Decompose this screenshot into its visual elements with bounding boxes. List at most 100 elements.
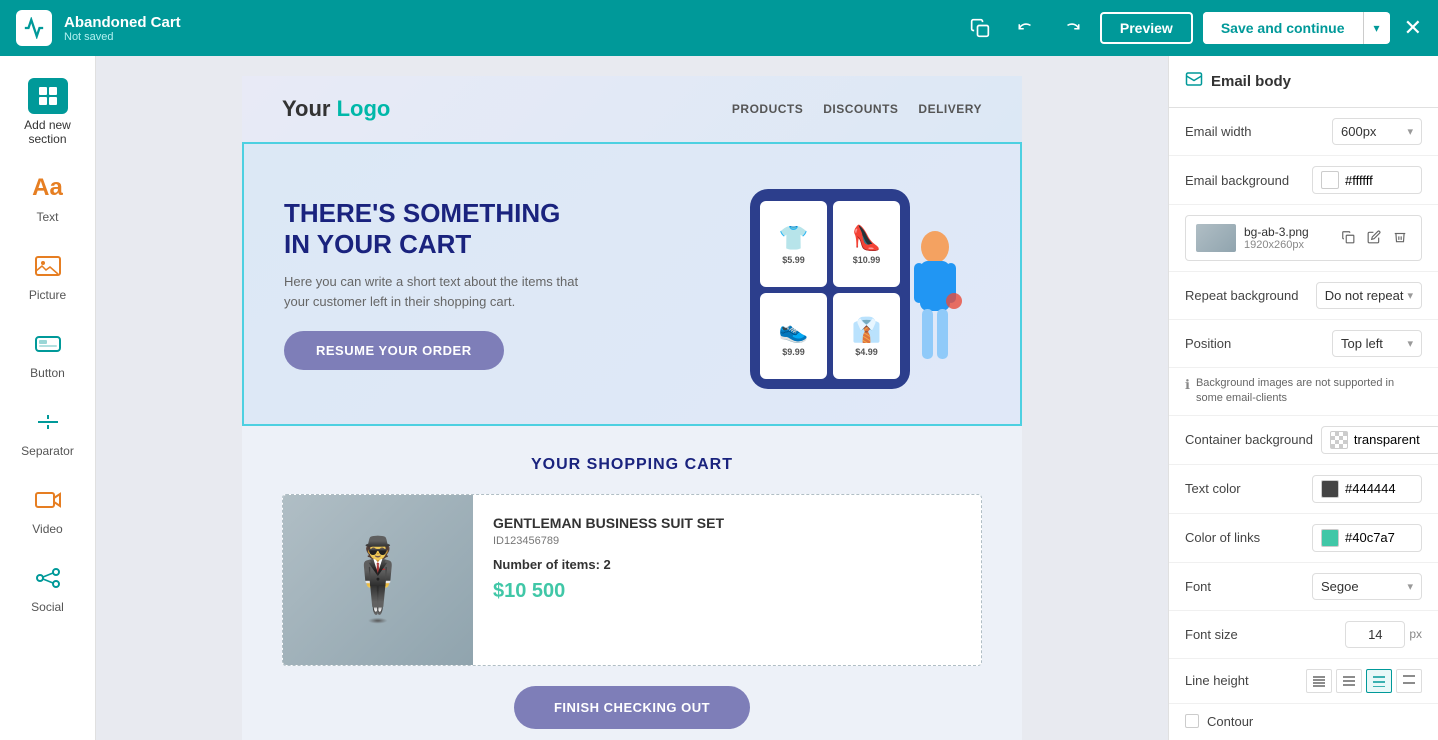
preview-button[interactable]: Preview <box>1100 12 1193 44</box>
position-label: Position <box>1185 336 1231 351</box>
right-panel: Email body Email width 600px ▾ Email bac… <box>1168 56 1438 740</box>
email-preview: Your Logo PRODUCTS DISCOUNTS DELIVERY TH… <box>242 76 1022 740</box>
app-subtitle: Not saved <box>64 31 181 43</box>
px-label: px <box>1409 627 1422 641</box>
app-title: Abandoned Cart <box>64 14 181 31</box>
resume-order-button[interactable]: RESUME YOUR ORDER <box>284 331 504 370</box>
container-bg-swatch[interactable]: transparent <box>1321 426 1438 454</box>
email-bg-label: Email background <box>1185 173 1289 188</box>
email-bg-row: Email background #ffffff <box>1169 156 1438 205</box>
picture-icon <box>28 248 68 284</box>
panel-title: Email body <box>1211 73 1291 90</box>
hero-subtitle: Here you can write a short text about th… <box>284 272 604 311</box>
email-bg-color[interactable]: #ffffff <box>1312 166 1422 194</box>
info-icon: ℹ <box>1185 377 1190 393</box>
hero-content: THERE'S SOMETHINGIN YOUR CART Here you c… <box>284 198 720 370</box>
undo-button[interactable] <box>1008 10 1044 46</box>
bg-edit-button[interactable] <box>1363 228 1385 249</box>
item-price: $10 500 <box>493 580 961 603</box>
topbar-actions: Preview Save and continue ▾ ✕ <box>962 10 1422 46</box>
line-height-btn-2[interactable] <box>1336 669 1362 693</box>
save-dropdown-arrow[interactable]: ▾ <box>1364 13 1390 43</box>
bg-delete-button[interactable] <box>1389 228 1411 249</box>
contour-checkbox[interactable] <box>1185 714 1199 728</box>
cart-item: 🕴️ GENTLEMAN BUSINESS SUIT SET ID1234567… <box>282 494 982 666</box>
line-height-label: Line height <box>1185 673 1249 688</box>
links-color-box <box>1321 529 1339 547</box>
font-size-row: Font size px <box>1169 611 1438 659</box>
video-icon <box>28 482 68 518</box>
sidebar-label-button: Button <box>30 366 65 380</box>
text-color-swatch[interactable]: #444444 <box>1312 475 1422 503</box>
sidebar-item-video[interactable]: Video <box>8 472 88 546</box>
bg-info-row: ℹ Background images are not supported in… <box>1169 368 1438 416</box>
line-height-btn-1[interactable] <box>1306 669 1332 693</box>
font-label: Font <box>1185 579 1211 594</box>
sidebar-label-video: Video <box>32 522 62 536</box>
item-name: GENTLEMAN BUSINESS SUIT SET <box>493 515 961 531</box>
bg-image-actions <box>1337 228 1411 249</box>
add-section-icon <box>28 78 68 114</box>
line-height-btn-3[interactable] <box>1366 669 1392 693</box>
font-select[interactable]: Segoe ▾ <box>1312 573 1422 600</box>
checkout-button[interactable]: FINISH CHECKING OUT <box>514 686 750 729</box>
cart-title: YOUR SHOPPING CART <box>282 456 982 474</box>
hero-image: 👕$5.99 👠$10.99 👟$9.99 � <box>720 174 980 394</box>
sidebar-item-picture[interactable]: Picture <box>8 238 88 312</box>
nav-delivery[interactable]: DELIVERY <box>918 102 982 116</box>
nav-products[interactable]: PRODUCTS <box>732 102 803 116</box>
sidebar-item-separator[interactable]: Separator <box>8 394 88 468</box>
save-button-group: Save and continue ▾ <box>1203 12 1390 44</box>
sidebar-item-text[interactable]: Aa Text <box>8 160 88 234</box>
email-width-row: Email width 600px ▾ <box>1169 108 1438 156</box>
font-size-input[interactable] <box>1345 621 1405 648</box>
sidebar: Add new section Aa Text Picture <box>0 56 96 740</box>
sidebar-label-picture: Picture <box>29 288 66 302</box>
nav-discounts[interactable]: DISCOUNTS <box>823 102 898 116</box>
close-button[interactable]: ✕ <box>1404 15 1422 41</box>
font-size-controls: px <box>1345 621 1422 648</box>
save-continue-button[interactable]: Save and continue <box>1203 12 1364 44</box>
container-bg-row: Container background transparent <box>1169 416 1438 465</box>
text-color-label: Text color <box>1185 481 1241 496</box>
line-height-btn-4[interactable] <box>1396 669 1422 693</box>
repeat-bg-select[interactable]: Do not repeat ▾ <box>1316 282 1422 309</box>
email-nav: PRODUCTS DISCOUNTS DELIVERY <box>732 102 982 116</box>
text-icon: Aa <box>28 170 68 206</box>
item-qty: Number of items: 2 <box>493 557 961 572</box>
links-color-row: Color of links #40c7a7 <box>1169 514 1438 563</box>
redo-button[interactable] <box>1054 10 1090 46</box>
sidebar-label-separator: Separator <box>21 444 74 458</box>
checkered-pattern <box>1330 431 1348 449</box>
repeat-bg-label: Repeat background <box>1185 288 1298 303</box>
sidebar-item-add-section[interactable]: Add new section <box>8 68 88 156</box>
topbar: Abandoned Cart Not saved Preview Save an… <box>0 0 1438 56</box>
canvas-inner: Your Logo PRODUCTS DISCOUNTS DELIVERY TH… <box>242 76 1022 720</box>
app-logo <box>16 10 52 46</box>
cart-item-details: GENTLEMAN BUSINESS SUIT SET ID123456789 … <box>473 495 981 665</box>
email-width-select[interactable]: 600px ▾ <box>1332 118 1422 145</box>
cart-section: YOUR SHOPPING CART 🕴️ GENTLEMAN BUSINESS… <box>242 426 1022 740</box>
cart-item-image: 🕴️ <box>283 495 473 665</box>
app-title-block: Abandoned Cart Not saved <box>64 14 181 43</box>
email-header: Your Logo PRODUCTS DISCOUNTS DELIVERY <box>242 76 1022 142</box>
line-height-buttons <box>1306 669 1422 693</box>
position-row: Position Top left ▾ <box>1169 320 1438 368</box>
links-color-swatch[interactable]: #40c7a7 <box>1312 524 1422 552</box>
line-height-row: Line height <box>1169 659 1438 704</box>
panel-header: Email body <box>1169 56 1438 108</box>
font-size-label: Font size <box>1185 627 1238 642</box>
email-bg-swatch <box>1321 171 1339 189</box>
links-color-label: Color of links <box>1185 530 1260 545</box>
sidebar-item-button[interactable]: Button <box>8 316 88 390</box>
position-select[interactable]: Top left ▾ <box>1332 330 1422 357</box>
info-text: Background images are not supported in s… <box>1196 376 1422 407</box>
text-color-box <box>1321 480 1339 498</box>
sidebar-label-social: Social <box>31 600 64 614</box>
email-body-icon <box>1185 70 1203 93</box>
bg-copy-button[interactable] <box>1337 228 1359 249</box>
bg-image-name: bg-ab-3.png <box>1244 225 1329 239</box>
hero-section: THERE'S SOMETHINGIN YOUR CART Here you c… <box>242 142 1022 426</box>
copy-icon-button[interactable] <box>962 10 998 46</box>
sidebar-item-social[interactable]: Social <box>8 550 88 624</box>
